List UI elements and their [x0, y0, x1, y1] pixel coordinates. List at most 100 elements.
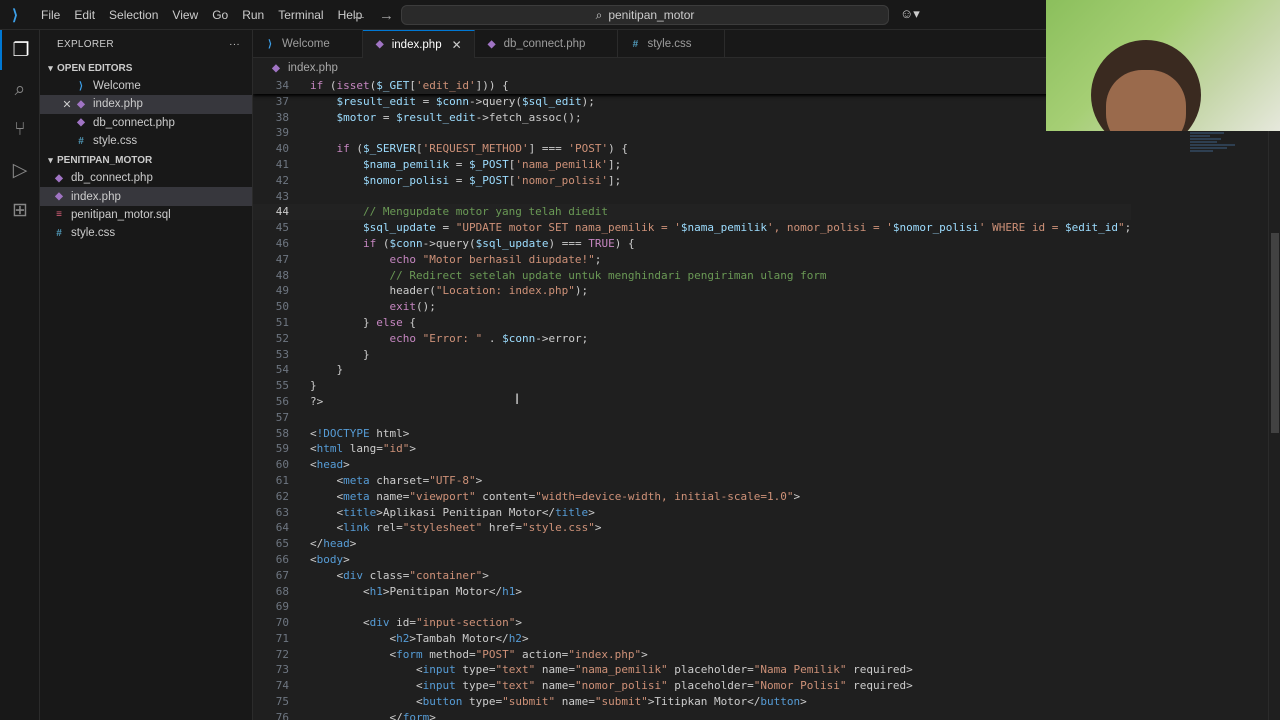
- code-line[interactable]: 40 if ($_SERVER['REQUEST_METHOD'] === 'P…: [253, 141, 1131, 157]
- code-line[interactable]: 67 <div class="container">: [253, 568, 1131, 584]
- code-line[interactable]: 41 $nama_pemilik = $_POST['nama_pemilik'…: [253, 157, 1131, 173]
- code-line[interactable]: 53 }: [253, 347, 1131, 363]
- code-line[interactable]: 43: [253, 189, 1131, 205]
- back-arrow-icon[interactable]: ←: [352, 7, 367, 24]
- code-line[interactable]: 74 <input type="text" name="nomor_polisi…: [253, 678, 1131, 694]
- code-line[interactable]: 50 exit();: [253, 299, 1131, 315]
- code-line[interactable]: 71 <h2>Tambah Motor</h2>: [253, 631, 1131, 647]
- search-icon: ⌕: [595, 7, 603, 22]
- code-line[interactable]: 38 $motor = $result_edit->fetch_assoc();: [253, 110, 1131, 126]
- code-line[interactable]: 60 <head>: [253, 457, 1131, 473]
- code-line[interactable]: 46 if ($conn->query($sql_update) === TRU…: [253, 236, 1131, 252]
- open-editor-welcome[interactable]: ⟩ Welcome: [40, 77, 252, 95]
- minimap-line: [1190, 147, 1227, 149]
- menu-edit[interactable]: Edit: [67, 0, 102, 30]
- code-text: <input type="text" name="nama_pemilik" p…: [310, 663, 913, 677]
- code-line[interactable]: 48 // Redirect setelah update untuk meng…: [253, 268, 1131, 284]
- file-style-css[interactable]: # style.css: [40, 224, 252, 242]
- code-text: header("Location: index.php");: [310, 284, 589, 298]
- close-icon[interactable]: ✕: [452, 38, 464, 52]
- code-line[interactable]: 63 <title>Aplikasi Penitipan Motor</titl…: [253, 505, 1131, 521]
- run-debug-icon[interactable]: ▷: [0, 150, 40, 190]
- source-control-icon[interactable]: ⑂: [0, 110, 40, 150]
- code-line[interactable]: 44 // Mengupdate motor yang telah diedit: [253, 204, 1132, 221]
- file-index-php[interactable]: ◆ index.php: [40, 187, 252, 206]
- menu-selection[interactable]: Selection: [102, 0, 165, 30]
- extensions-icon[interactable]: ⊞: [0, 190, 40, 230]
- code-line[interactable]: 69: [253, 599, 1131, 615]
- open-editors-section[interactable]: ▾ OPEN EDITORS: [40, 59, 252, 77]
- breadcrumb-file[interactable]: index.php: [288, 62, 338, 74]
- code-text: <button type="submit" name="submit">Titi…: [310, 695, 807, 709]
- search-icon[interactable]: ⌕: [0, 70, 40, 110]
- menu-terminal[interactable]: Terminal: [271, 0, 330, 30]
- code-line[interactable]: 59 <html lang="id">: [253, 441, 1131, 457]
- code-lines: 37 $result_edit = $conn->query($sql_edit…: [253, 94, 1132, 720]
- code-text: } else {: [310, 315, 416, 329]
- scrollbar-thumb[interactable]: [1271, 233, 1279, 433]
- open-editor-db-connect[interactable]: ◆ db_connect.php: [40, 114, 252, 132]
- code-line[interactable]: 45 $sql_update = "UPDATE motor SET nama_…: [253, 220, 1132, 236]
- code-line[interactable]: 55}: [253, 378, 1131, 394]
- forward-arrow-icon[interactable]: →: [379, 7, 394, 24]
- minimap-line: [1190, 132, 1225, 134]
- menu-view[interactable]: View: [165, 0, 205, 30]
- tab-welcome[interactable]: ⟩ Welcome: [253, 30, 363, 58]
- code-text: if ($_SERVER['REQUEST_METHOD'] === 'POST…: [336, 142, 628, 156]
- code-line[interactable]: 52 echo "Error: " . $conn->error;: [253, 331, 1131, 347]
- menu-go[interactable]: Go: [205, 0, 235, 30]
- code-line[interactable]: 57: [253, 410, 1131, 426]
- menu-file[interactable]: File: [34, 0, 67, 30]
- command-center-search[interactable]: ⌕ penitipan_motor: [401, 5, 889, 25]
- open-editor-label: index.php: [93, 98, 143, 111]
- code-line[interactable]: 75 <button type="submit" name="submit">T…: [253, 694, 1131, 710]
- code-line[interactable]: 68 <h1>Penitipan Motor</h1>: [253, 584, 1131, 600]
- minimap-line: [1190, 135, 1211, 137]
- open-editors-label: OPEN EDITORS: [57, 62, 133, 74]
- line-number: 56: [275, 394, 289, 408]
- open-editor-index-php[interactable]: ✕ ◆ index.php: [40, 95, 252, 114]
- code-line[interactable]: 64 <link rel="stylesheet" href="style.cs…: [253, 520, 1131, 536]
- tab-index-php[interactable]: ◆ index.php ✕: [362, 30, 475, 58]
- code-text: <div id="input-section">: [310, 616, 522, 630]
- code-line[interactable]: 49 header("Location: index.php");: [253, 283, 1131, 299]
- code-line[interactable]: 42 $nomor_polisi = $_POST['nomor_polisi'…: [253, 173, 1131, 189]
- close-icon[interactable]: ✕: [60, 98, 74, 111]
- code-text: exit();: [389, 300, 436, 314]
- php-file-icon: ◆: [77, 98, 85, 110]
- tab-style-css[interactable]: # style.css: [618, 30, 725, 58]
- code-line[interactable]: 76 </form>: [253, 710, 1131, 720]
- code-line[interactable]: 47 echo "Motor berhasil diupdate!";: [253, 252, 1131, 268]
- code-line[interactable]: 39: [253, 125, 1131, 141]
- code-text: <!DOCTYPE html>: [310, 426, 410, 440]
- project-folder-section[interactable]: ▾ PENITIPAN_MOTOR: [40, 151, 252, 169]
- tab-db-connect[interactable]: ◆ db_connect.php: [475, 30, 619, 58]
- code-editor[interactable]: 34 if (isset($_GET['edit_id'])) { 37 $res…: [253, 78, 1268, 720]
- menu-run[interactable]: Run: [235, 0, 271, 30]
- file-db-connect[interactable]: ◆ db_connect.php: [40, 169, 252, 187]
- code-line[interactable]: 61 <meta charset="UTF-8">: [253, 473, 1131, 489]
- code-line[interactable]: 54 }: [253, 362, 1131, 378]
- explorer-icon[interactable]: ❐: [0, 30, 40, 70]
- code-line[interactable]: 72 <form method="POST" action="index.php…: [253, 647, 1131, 663]
- code-line[interactable]: 37 $result_edit = $conn->query($sql_edit…: [253, 94, 1131, 110]
- code-line[interactable]: 62 <meta name="viewport" content="width=…: [253, 489, 1131, 505]
- code-line[interactable]: 70 <div id="input-section">: [253, 615, 1131, 631]
- file-penitipan-motor-sql[interactable]: ≡ penitipan_motor.sql: [40, 206, 252, 224]
- code-line[interactable]: 56 ?>: [253, 394, 1131, 410]
- open-editor-style-css[interactable]: # style.css: [40, 132, 252, 150]
- vertical-scrollbar[interactable]: [1268, 78, 1280, 720]
- copilot-icon[interactable]: ☺▾: [900, 6, 920, 22]
- code-text: <html lang="id">: [310, 442, 416, 456]
- code-text: }: [310, 363, 344, 377]
- command-center-label: penitipan_motor: [608, 8, 695, 22]
- line-number: 44: [275, 205, 289, 219]
- more-actions-icon[interactable]: ···: [229, 39, 240, 50]
- code-line[interactable]: 58 <!DOCTYPE html>: [253, 426, 1131, 442]
- code-line[interactable]: 51 } else {: [253, 315, 1131, 331]
- code-line[interactable]: 73 <input type="text" name="nama_pemilik…: [253, 662, 1131, 678]
- code-line[interactable]: 65 </head>: [253, 536, 1131, 552]
- line-number: 43: [275, 189, 289, 203]
- code-text: }: [310, 379, 317, 393]
- code-line[interactable]: 66 <body>: [253, 552, 1131, 568]
